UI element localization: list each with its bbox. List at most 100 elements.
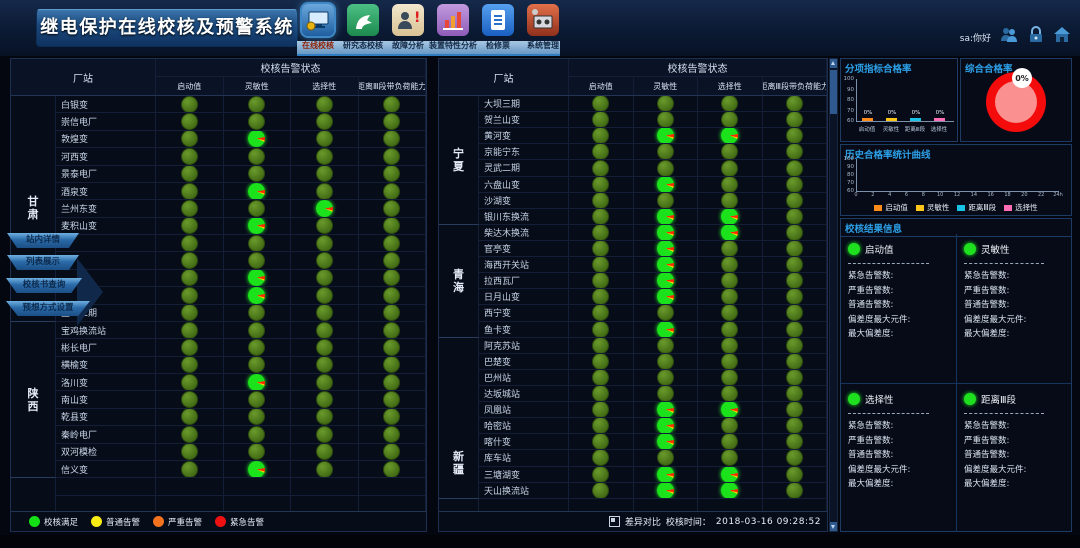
status-ok-icon[interactable] bbox=[657, 338, 674, 354]
status-alarm-icon[interactable] bbox=[248, 183, 265, 200]
lock-icon[interactable] bbox=[1027, 26, 1045, 47]
status-ok-icon[interactable] bbox=[657, 144, 674, 160]
status-ok-icon[interactable] bbox=[383, 322, 400, 339]
station-name[interactable]: 柴达木换流 bbox=[479, 225, 569, 241]
status-ok-icon[interactable] bbox=[721, 322, 738, 338]
compare-checkbox-icon[interactable] bbox=[609, 516, 620, 527]
status-ok-icon[interactable] bbox=[383, 305, 400, 322]
station-name[interactable]: 灵武二期 bbox=[479, 160, 569, 176]
status-ok-icon[interactable] bbox=[383, 183, 400, 200]
status-ok-icon[interactable] bbox=[181, 96, 198, 113]
menu-item-device-characteristic[interactable]: 装置特性分析 bbox=[432, 4, 474, 52]
status-alarm-icon[interactable] bbox=[248, 270, 265, 287]
scroll-thumb[interactable] bbox=[830, 70, 837, 114]
side-button-station-detail[interactable]: 站内详情 bbox=[7, 233, 79, 248]
status-ok-icon[interactable] bbox=[181, 409, 198, 426]
status-ok-icon[interactable] bbox=[383, 357, 400, 374]
status-ok-icon[interactable] bbox=[383, 444, 400, 461]
status-ok-icon[interactable] bbox=[592, 177, 609, 193]
status-alarm-icon[interactable] bbox=[248, 131, 265, 148]
status-ok-icon[interactable] bbox=[592, 96, 609, 112]
status-ok-icon[interactable] bbox=[248, 148, 265, 165]
status-ok-icon[interactable] bbox=[383, 235, 400, 252]
status-ok-icon[interactable] bbox=[181, 148, 198, 165]
station-name[interactable]: 六盘山变 bbox=[479, 177, 569, 193]
station-name[interactable]: 沙湖变 bbox=[479, 193, 569, 209]
menu-item-maintenance-ticket[interactable]: 检修票 bbox=[477, 4, 519, 52]
status-ok-icon[interactable] bbox=[786, 128, 803, 144]
station-name[interactable]: 宝鸡换流站 bbox=[56, 322, 156, 339]
status-ok-icon[interactable] bbox=[786, 402, 803, 418]
status-ok-icon[interactable] bbox=[316, 235, 333, 252]
station-name[interactable]: 酒泉变 bbox=[56, 183, 156, 200]
status-ok-icon[interactable] bbox=[383, 200, 400, 217]
status-ok-icon[interactable] bbox=[248, 113, 265, 130]
status-ok-icon[interactable] bbox=[248, 444, 265, 461]
station-name[interactable]: 兰州东变 bbox=[56, 200, 156, 217]
status-ok-icon[interactable] bbox=[786, 96, 803, 112]
status-ok-icon[interactable] bbox=[181, 357, 198, 374]
status-ok-icon[interactable] bbox=[316, 357, 333, 374]
status-alarm-icon[interactable] bbox=[721, 209, 738, 225]
status-ok-icon[interactable] bbox=[248, 200, 265, 217]
station-name[interactable]: 贺兰山变 bbox=[479, 112, 569, 128]
status-ok-icon[interactable] bbox=[383, 270, 400, 287]
status-ok-icon[interactable] bbox=[316, 461, 333, 478]
station-name[interactable]: 横榆变 bbox=[56, 357, 156, 374]
status-ok-icon[interactable] bbox=[721, 177, 738, 193]
status-ok-icon[interactable] bbox=[316, 444, 333, 461]
status-ok-icon[interactable] bbox=[383, 113, 400, 130]
status-ok-icon[interactable] bbox=[316, 426, 333, 443]
status-ok-icon[interactable] bbox=[721, 370, 738, 386]
status-ok-icon[interactable] bbox=[592, 273, 609, 289]
status-ok-icon[interactable] bbox=[316, 113, 333, 130]
status-ok-icon[interactable] bbox=[592, 354, 609, 370]
status-ok-icon[interactable] bbox=[181, 131, 198, 148]
status-ok-icon[interactable] bbox=[316, 96, 333, 113]
station-name[interactable]: 信义变 bbox=[56, 461, 156, 478]
status-ok-icon[interactable] bbox=[383, 409, 400, 426]
status-ok-icon[interactable] bbox=[181, 461, 198, 478]
status-ok-icon[interactable] bbox=[786, 177, 803, 193]
status-ok-icon[interactable] bbox=[316, 166, 333, 183]
status-ok-icon[interactable] bbox=[592, 434, 609, 450]
status-ok-icon[interactable] bbox=[316, 391, 333, 408]
status-ok-icon[interactable] bbox=[721, 289, 738, 305]
status-alarm-icon[interactable] bbox=[248, 287, 265, 304]
status-ok-icon[interactable] bbox=[657, 96, 674, 112]
status-ok-icon[interactable] bbox=[721, 354, 738, 370]
status-ok-icon[interactable] bbox=[181, 270, 198, 287]
status-ok-icon[interactable] bbox=[786, 483, 803, 499]
status-ok-icon[interactable] bbox=[721, 112, 738, 128]
station-name[interactable]: 海西开关站 bbox=[479, 257, 569, 273]
status-ok-icon[interactable] bbox=[657, 160, 674, 176]
station-name[interactable]: 秦岭电厂 bbox=[56, 426, 156, 443]
status-ok-icon[interactable] bbox=[383, 252, 400, 269]
status-ok-icon[interactable] bbox=[721, 193, 738, 209]
status-ok-icon[interactable] bbox=[592, 160, 609, 176]
status-ok-icon[interactable] bbox=[248, 409, 265, 426]
station-name[interactable]: 拉西瓦厂 bbox=[479, 273, 569, 289]
status-ok-icon[interactable] bbox=[316, 409, 333, 426]
status-ok-icon[interactable] bbox=[181, 444, 198, 461]
station-name[interactable]: 库车站 bbox=[479, 450, 569, 466]
station-name[interactable]: 哈密站 bbox=[479, 418, 569, 434]
status-alarm-icon[interactable] bbox=[657, 225, 674, 241]
status-ok-icon[interactable] bbox=[316, 252, 333, 269]
status-ok-icon[interactable] bbox=[383, 339, 400, 356]
status-ok-icon[interactable] bbox=[786, 257, 803, 273]
status-ok-icon[interactable] bbox=[657, 305, 674, 321]
status-ok-icon[interactable] bbox=[181, 287, 198, 304]
station-name[interactable]: 彬长电厂 bbox=[56, 339, 156, 356]
status-ok-icon[interactable] bbox=[657, 450, 674, 466]
status-ok-icon[interactable] bbox=[316, 183, 333, 200]
status-ok-icon[interactable] bbox=[592, 370, 609, 386]
status-ok-icon[interactable] bbox=[316, 131, 333, 148]
status-ok-icon[interactable] bbox=[786, 209, 803, 225]
station-name[interactable]: 乾县变 bbox=[56, 409, 156, 426]
status-alarm-icon[interactable] bbox=[657, 257, 674, 273]
status-ok-icon[interactable] bbox=[786, 112, 803, 128]
status-alarm-icon[interactable] bbox=[721, 483, 738, 499]
status-ok-icon[interactable] bbox=[786, 322, 803, 338]
status-alarm-icon[interactable] bbox=[657, 273, 674, 289]
